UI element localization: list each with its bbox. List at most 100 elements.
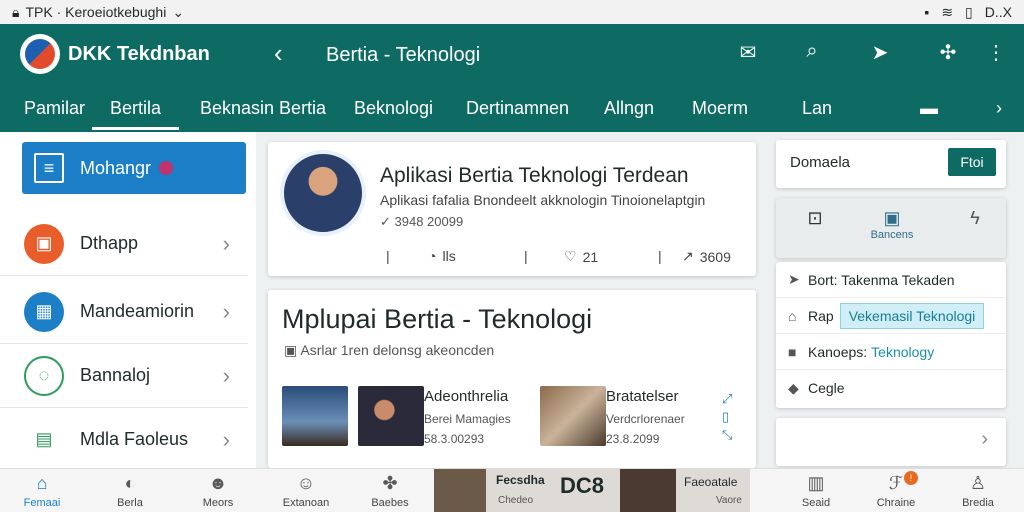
briefcase-icon[interactable]: ▬ [920,98,938,119]
sidebar-item-mohangr[interactable]: ≡ Mohangr [22,142,246,194]
chat-icon: ◌ [24,355,64,396]
tab-flash[interactable]: ϟ [950,208,1000,229]
right-panel-list: ➤ Bort: Takenma Tekaden ⌂ Rap Vekemasil … [776,262,1006,408]
list-item[interactable]: ◆ Cegle [776,370,1006,406]
shares-stat[interactable]: ↗ 3609 [682,248,731,265]
nav-berla[interactable]: ◐ Berla [94,473,166,509]
group-icon: ☺ [296,473,316,493]
share-icon[interactable]: ➤ [866,40,894,65]
sidebar-item-dthapp[interactable]: ▣ Dthapp › [0,212,248,276]
sidebar-item-bannaloj[interactable]: ◌ Bannaloj › [0,344,248,408]
highlight-chip[interactable]: Vekemasil Teknologi [839,302,985,329]
news-item-subtitle: Berei Mamagies [424,412,511,426]
nav-baebes[interactable]: ✤ Baebes [354,473,426,509]
nav-bredia[interactable]: ♙ Bredia [942,473,1014,509]
featured-article-card[interactable]: Aplikasi Bertia Teknologi Terdean Aplika… [268,142,756,276]
right-panel-more[interactable]: › [776,418,1006,466]
bottom-navigation: ⌂ Femaai ◐ Berla ☻ Meors ☺ Extanoan ✤ Ba… [0,468,1024,512]
share-icon: ↗ [682,248,694,264]
chart-icon: ▤ [24,419,64,460]
news-subtitle: ▣ Asrlar 1ren delonsg akeoncden [284,342,495,358]
bookmark-icon: ▣ [883,208,901,228]
back-button[interactable]: ‹ [274,38,283,69]
list-item[interactable]: ■ Kanoeps: Teknology [776,334,1006,370]
list-item[interactable]: ⌂ Rap Vekemasil Teknologi [776,298,1006,334]
news-item-date: 23.8.2099 [606,432,660,446]
calendar-icon: ▥ [807,473,825,493]
profile-icon: ♙ [969,473,987,493]
news-item-subtitle: Verdcrlorenaer [606,412,685,426]
chevron-right-icon[interactable]: › [996,98,1002,119]
expand-icon[interactable]: ⤢ ▯ ⤡ [722,390,732,444]
tab-bancens[interactable]: ▣ Bancens [862,208,922,241]
right-panel-tabs: ⊡ ▣ Bancens ϟ [776,198,1006,258]
search-icon[interactable]: ⌕ [798,40,826,63]
eye-icon: ◔ [428,248,437,264]
news-card: Mplupai Bertia - Teknologi ▣ Asrlar 1ren… [268,290,756,468]
more-icon[interactable]: ⋮ [982,40,1010,65]
brand[interactable]: DKK Tekdnban [20,34,210,74]
promo-image [434,469,486,512]
tab-allngn[interactable]: Allngn [604,98,654,119]
news-thumbnail[interactable] [282,386,348,446]
flash-icon: ϟ [970,208,980,228]
tab-beknasin-bertia[interactable]: Beknasin Bertia [200,98,326,119]
chevron-right-icon: › [981,428,988,450]
notification-badge [159,161,174,175]
tag-icon: ➤ [788,271,800,287]
square-icon: ■ [788,343,797,360]
sidebar-item-mandeamiorin[interactable]: ▦ Mandeamiorin › [0,280,248,344]
people-icon: ☻ [208,473,228,493]
views-stat[interactable]: ◔ lls [428,248,456,264]
news-item-title[interactable]: Adeonthrelia [424,388,508,405]
nav-seaid[interactable]: ▥ Seaid [780,473,852,509]
map-icon: ⊡ [807,208,823,228]
sidebar-item-label: Mohangr [80,157,152,178]
list-item[interactable]: ➤ Bort: Takenma Tekaden [776,262,1006,298]
news-thumbnail[interactable] [540,386,606,446]
nav-chraine[interactable]: ℱ Chraine ! [860,471,932,509]
nav-home[interactable]: ⌂ Femaai [6,473,78,509]
chevron-down-icon[interactable]: ⌄ [172,4,184,21]
image-icon: ▣ [24,223,64,264]
tab-pamilar[interactable]: Pamilar [24,98,85,119]
list-icon: ≡ [34,153,64,183]
wifi-icon: ≋ [941,3,954,20]
mail-icon[interactable]: ✉ [734,40,762,65]
tab-lan[interactable]: Lan [802,98,832,119]
app-header: DKK Tekdnban ‹ Bertia - Teknologi ✉ ⌕ ➤ … [0,24,1024,132]
status-left-text: TPK · Keroeiotkebughi [25,4,167,20]
puzzle-icon[interactable]: ✣ [934,40,962,65]
news-title: Mplupai Bertia - Teknologi [282,304,593,334]
promo-banner[interactable]: Fecsdha DC8 Chedeo Faeoatale Vaore [434,469,750,512]
news-thumbnail[interactable] [358,386,424,446]
heart-icon: ♡ [564,248,577,264]
featured-meta: ✓ 3948 20099 [380,214,464,229]
right-panel-header: Domaela Ftoi [776,140,1006,188]
likes-stat[interactable]: ♡ 21 [564,248,598,265]
chevron-right-icon: › [222,362,230,388]
tab-dertinamnen[interactable]: Dertinamnen [466,98,569,119]
featured-subtitle: Aplikasi fafalia Bnondeelt akknologin Ti… [380,192,706,208]
category-tabs: Pamilar Bertila Beknasin Bertia Beknolog… [0,90,1024,132]
author-avatar [280,150,366,236]
grid-icon: ▦ [24,291,64,332]
shield-icon: ◆ [788,379,799,396]
nav-meors[interactable]: ☻ Meors [182,473,254,509]
community-icon: ✤ [382,473,398,493]
logo-icon [20,34,60,74]
sidebar-item-mdla-faoleus[interactable]: ▤ Mdla Faoleus › [0,408,248,472]
news-item-title[interactable]: Bratatelser [606,388,679,405]
notifications-icon: ℱ [888,473,904,493]
tab-beknologi[interactable]: Beknologi [354,98,433,119]
sidebar-item-label: Bannaloj [80,365,151,385]
tab-map[interactable]: ⊡ [790,208,840,229]
nav-extanoan[interactable]: ☺ Extanoan [270,473,342,509]
user-icon: ⌂ [788,307,797,324]
tab-moerm[interactable]: Moerm [692,98,748,119]
panel-label: Domaela [790,154,851,171]
filter-button[interactable]: Ftoi [948,148,996,176]
chat-icon: ◐ [124,473,136,493]
brand-name: DKK Tekdnban [68,42,210,65]
tab-bertila[interactable]: Bertila [92,98,180,130]
